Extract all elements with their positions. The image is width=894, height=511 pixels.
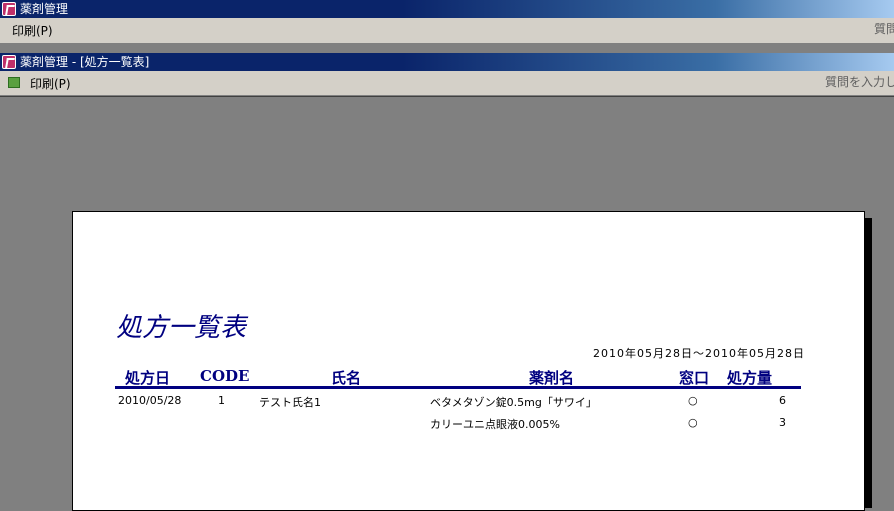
report-window-icon[interactable] [2, 55, 16, 69]
row1-amount: 6 [779, 394, 786, 407]
report-page: 処方一覧表 2010年05月28日～2010年05月28日 処方日 CODE 氏… [72, 211, 865, 511]
column-header-code: CODE [200, 367, 250, 385]
column-header-date: 処方日 [125, 369, 171, 387]
header-rule [115, 386, 801, 389]
child-menu-print[interactable]: 印刷(P) [30, 75, 71, 92]
child-window-title: 薬剤管理 - [処方一覧表] [20, 55, 150, 69]
child-menubar: 印刷(P) 質問を入力し [0, 71, 894, 96]
row2-drug: カリーユニ点眼液0.005% [430, 418, 560, 431]
menu-print[interactable]: 印刷(P) [12, 22, 53, 39]
row2-window: ○ [688, 416, 698, 429]
row2-amount: 3 [779, 416, 786, 429]
column-header-amount: 処方量 [727, 369, 773, 387]
row1-date: 2010/05/28 [118, 394, 182, 407]
child-help-question-box[interactable]: 質問を入力し [823, 74, 894, 91]
row1-code: 1 [218, 394, 225, 407]
app-menubar: 印刷(P) 質問 [0, 18, 894, 44]
row1-drug: ベタメタゾン錠0.5mg「サワイ」 [430, 396, 597, 409]
app-titlebar: 薬剤管理 [0, 0, 894, 18]
access-app-icon[interactable] [2, 2, 16, 16]
child-titlebar: 薬剤管理 - [処方一覧表] [0, 53, 894, 71]
column-header-window: 窓口 [679, 369, 710, 387]
row1-window: ○ [688, 394, 698, 407]
report-title: 処方一覧表 [116, 313, 247, 343]
report-date-range: 2010年05月28日～2010年05月28日 [593, 347, 805, 360]
help-question-box[interactable]: 質問 [872, 21, 894, 38]
app-title: 薬剤管理 [20, 2, 69, 16]
mdi-client-area [0, 43, 894, 53]
row1-name: テスト氏名1 [259, 396, 321, 409]
column-header-drug: 薬剤名 [529, 369, 575, 387]
column-header-name: 氏名 [331, 369, 362, 387]
print-icon[interactable] [8, 77, 20, 88]
